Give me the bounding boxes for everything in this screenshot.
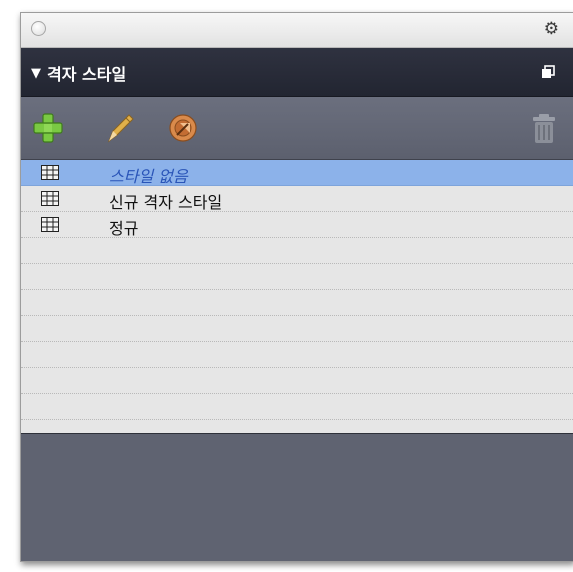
- grid-icon: [41, 217, 59, 232]
- panel-header: ▼ 격자 스타일: [21, 48, 573, 97]
- empty-row: [21, 264, 573, 290]
- list-item-no-style[interactable]: 스타일 없음: [21, 160, 573, 186]
- toolbar: [21, 97, 573, 160]
- list-item-regular[interactable]: 정규: [21, 212, 573, 238]
- grid-icon: [41, 191, 59, 206]
- panel-title: 격자 스타일: [47, 65, 127, 84]
- trash-icon[interactable]: [527, 111, 561, 145]
- empty-row: [21, 238, 573, 264]
- empty-row: [21, 290, 573, 316]
- style-list: 스타일 없음 신규 격자 스타일 정규: [21, 160, 573, 434]
- empty-row: [21, 342, 573, 368]
- list-item-label: 스타일 없음: [109, 167, 188, 186]
- empty-row: [21, 394, 573, 420]
- close-button[interactable]: [31, 21, 46, 36]
- pencil-icon[interactable]: [103, 111, 137, 145]
- collapse-triangle-icon[interactable]: ▼: [31, 66, 41, 81]
- panel-titlebar[interactable]: ⚙: [21, 13, 573, 48]
- panel-menu-icon[interactable]: [541, 64, 555, 78]
- gear-icon[interactable]: ⚙: [544, 19, 559, 39]
- panel-footer-area: [21, 434, 573, 561]
- grid-styles-panel: ⚙ ▼ 격자 스타일 스타일 없음 신규 격자 스타일 정규: [20, 12, 573, 562]
- empty-row: [21, 368, 573, 394]
- list-item-label: 신규 격자 스타일: [109, 193, 223, 212]
- panel-title-group[interactable]: ▼ 격자 스타일: [31, 61, 126, 85]
- list-item-new-grid-style[interactable]: 신규 격자 스타일: [21, 186, 573, 212]
- list-item-label: 정규: [109, 219, 139, 238]
- grid-icon: [41, 165, 59, 180]
- duplicate-icon[interactable]: [166, 111, 200, 145]
- add-icon[interactable]: [31, 111, 65, 145]
- empty-row: [21, 316, 573, 342]
